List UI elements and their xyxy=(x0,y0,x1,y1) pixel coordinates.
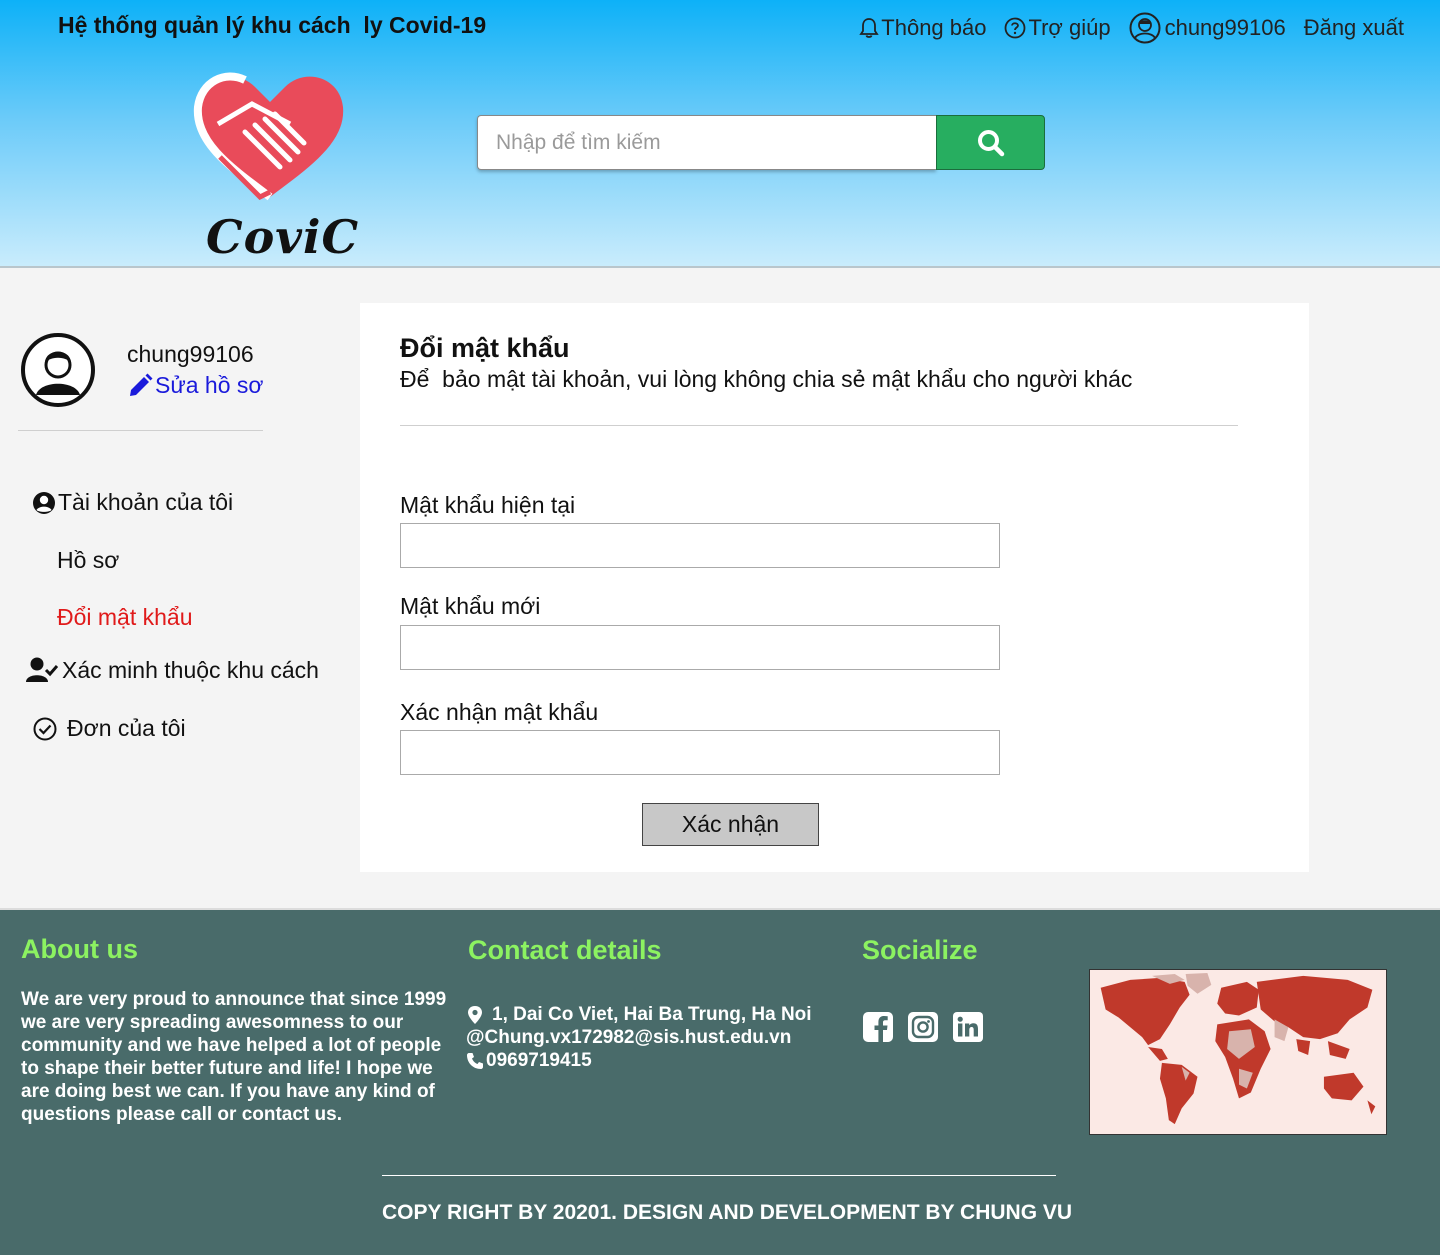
search-bar xyxy=(477,115,1045,170)
at-icon: @ xyxy=(466,1027,485,1048)
instagram-icon[interactable] xyxy=(907,1011,939,1043)
confirm-password-field[interactable] xyxy=(400,730,1000,775)
sidebar-item-label: Xác minh thuộc khu cách xyxy=(62,656,319,683)
user-avatar-icon xyxy=(1129,12,1161,44)
map-pin-icon xyxy=(468,1006,482,1024)
contact-heading: Contact details xyxy=(468,935,662,965)
sidebar-divider xyxy=(18,430,263,431)
social-links xyxy=(862,1011,984,1043)
sidebar-item-profile[interactable]: Hồ sơ xyxy=(57,547,119,574)
profile-avatar[interactable] xyxy=(20,332,96,408)
copyright-text: COPY RIGHT BY 20201. DESIGN AND DEVELOPM… xyxy=(382,1201,1073,1224)
notifications-label: Thông báo xyxy=(881,15,987,40)
help-link[interactable]: Trợ giúp xyxy=(1004,15,1111,41)
contact-phone[interactable]: 0969719415 xyxy=(466,1050,592,1072)
current-password-field[interactable] xyxy=(400,523,1000,568)
footer-divider xyxy=(382,1175,1056,1176)
nav-username: chung99106 xyxy=(1164,15,1286,40)
sidebar-item-label: Hồ sơ xyxy=(57,547,120,573)
contact-address: 1, Dai Co Viet, Hai Ba Trung, Ha Noi xyxy=(466,1004,812,1026)
change-password-card: Đổi mật khẩu Để bảo mật tài khoản, vui l… xyxy=(360,303,1309,872)
about-heading: About us xyxy=(21,934,138,964)
edit-profile-link[interactable]: Sửa hồ sơ xyxy=(127,372,263,399)
user-circle-icon xyxy=(33,491,55,514)
facebook-icon[interactable] xyxy=(862,1011,894,1043)
email-text: Chung.vx172982@sis.hust.edu.vn xyxy=(484,1027,792,1048)
logo-text: CoviC xyxy=(206,210,360,264)
sidebar-item-my-account[interactable]: Tài khoản của tôi xyxy=(32,489,233,516)
search-icon xyxy=(977,129,1004,156)
phone-icon xyxy=(467,1053,483,1069)
address-text: 1, Dai Co Viet, Hai Ba Trung, Ha Noi xyxy=(492,1004,812,1025)
confirm-password-label: Xác nhận mật khẩu xyxy=(400,699,599,725)
sidebar-item-my-applications[interactable]: Đơn của tôi xyxy=(33,715,186,742)
sidebar-item-label: Tài khoản của tôi xyxy=(58,489,234,515)
contact-email[interactable]: @ Chung.vx172982@sis.hust.edu.vn xyxy=(466,1027,791,1049)
top-nav: Thông báo Trợ giúp chung99106 Đăng xuất xyxy=(859,12,1404,44)
user-menu[interactable]: chung99106 xyxy=(1129,12,1286,44)
confirm-button[interactable]: Xác nhận xyxy=(642,803,819,846)
question-circle-icon xyxy=(1005,17,1026,39)
new-password-label: Mật khẩu mới xyxy=(400,593,541,619)
edit-profile-label: Sửa hồ sơ xyxy=(155,372,264,398)
search-button[interactable] xyxy=(936,115,1045,170)
socialize-heading: Socialize xyxy=(862,935,978,965)
header: Hệ thống quản lý khu cách ly Covid-19 Th… xyxy=(0,0,1440,268)
sidebar-item-change-password[interactable]: Đổi mật khẩu xyxy=(57,604,193,631)
footer: About us We are very proud to announce t… xyxy=(0,908,1440,1255)
sidebar-username: chung99106 xyxy=(127,341,254,367)
phone-text: 0969719415 xyxy=(486,1050,592,1071)
notifications-link[interactable]: Thông báo xyxy=(859,15,986,41)
current-password-label: Mật khẩu hiện tại xyxy=(400,492,576,518)
world-map-image xyxy=(1089,969,1387,1135)
logout-link[interactable]: Đăng xuất xyxy=(1304,15,1404,41)
about-text: We are very proud to announce that since… xyxy=(21,989,447,1125)
bell-icon xyxy=(859,18,879,38)
pencil-icon xyxy=(130,373,153,396)
sidebar-item-label: Đổi mật khẩu xyxy=(57,604,193,630)
logout-label: Đăng xuất xyxy=(1303,15,1404,40)
card-divider xyxy=(400,425,1238,426)
user-check-icon xyxy=(26,657,58,682)
page-title: Đổi mật khẩu xyxy=(400,333,570,363)
search-input[interactable] xyxy=(477,115,936,170)
help-label: Trợ giúp xyxy=(1028,15,1111,40)
linkedin-icon[interactable] xyxy=(952,1011,984,1043)
new-password-field[interactable] xyxy=(400,625,1000,670)
sidebar-item-verify-quarantine[interactable]: Xác minh thuộc khu cách xyxy=(26,656,319,684)
check-circle-icon xyxy=(33,717,57,740)
site-title: Hệ thống quản lý khu cách ly Covid-19 xyxy=(58,12,487,38)
sidebar-item-label: Đơn của tôi xyxy=(67,715,186,741)
page-subtitle: Để bảo mật tài khoản, vui lòng không chi… xyxy=(400,366,1133,392)
